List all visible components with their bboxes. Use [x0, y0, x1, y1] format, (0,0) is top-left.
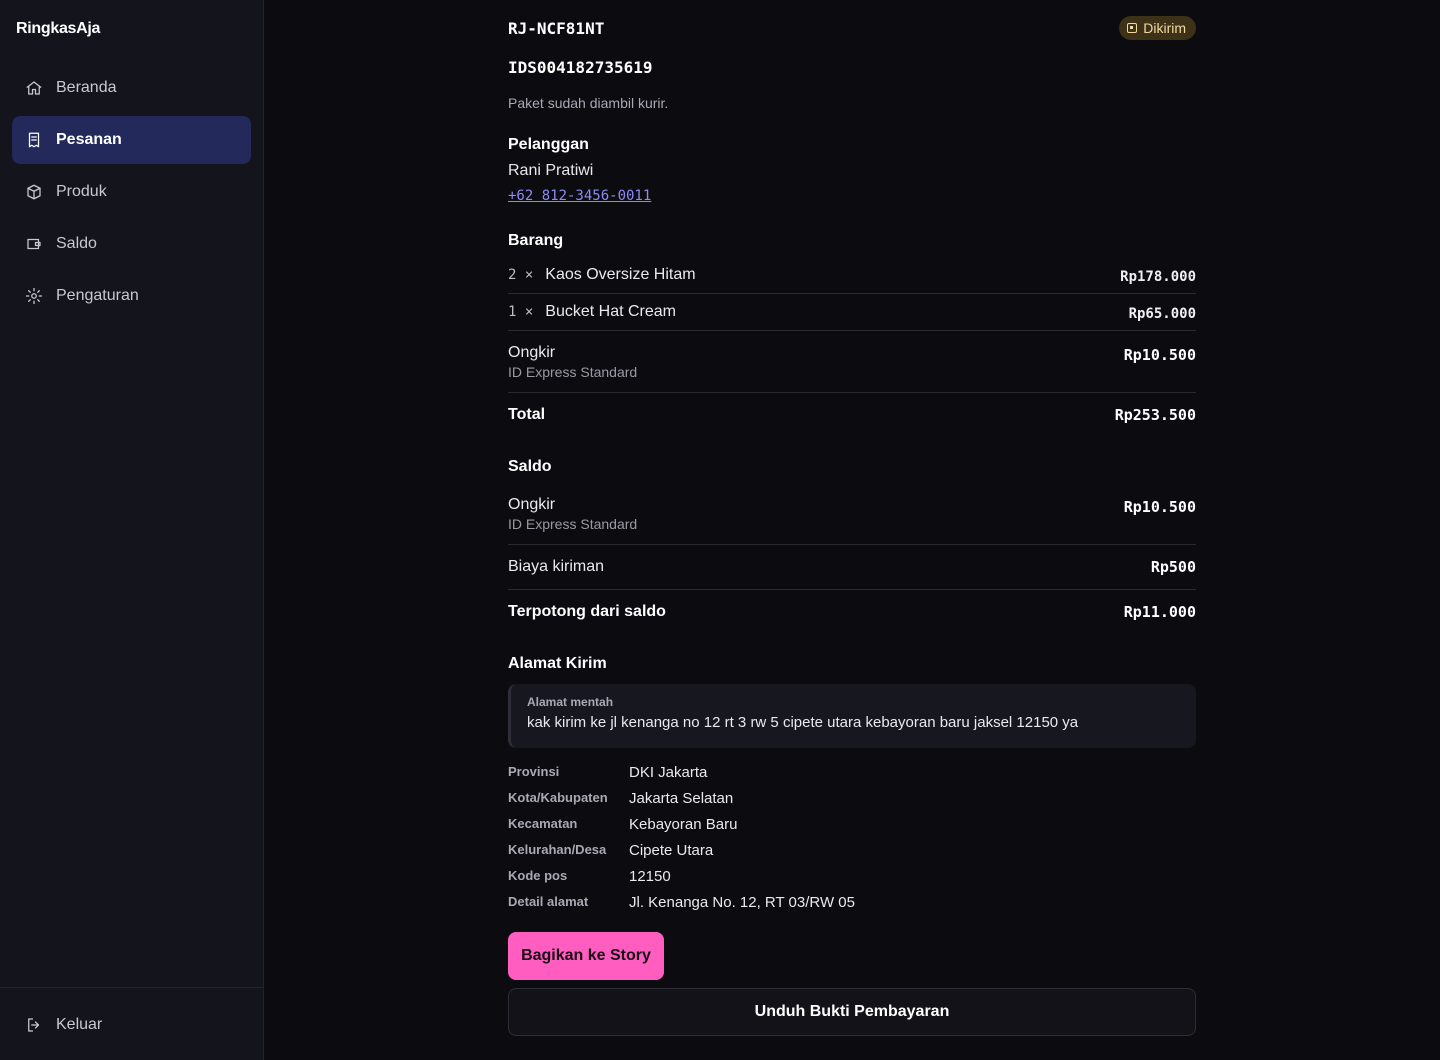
address-field-key: Detail alamat — [508, 894, 589, 909]
fee-price: Rp500 — [1150, 558, 1196, 576]
customer-section-title: Pelanggan — [508, 136, 589, 153]
app-brand[interactable]: RingkasAja — [16, 20, 100, 38]
total-price: Rp253.500 — [1114, 406, 1196, 424]
sidebar-item-label: Produk — [56, 183, 107, 200]
address-field-value: Jl. Kenanga No. 12, RT 03/RW 05 — [629, 894, 855, 911]
address-field-row: Kota/Kabupaten Jakarta Selatan — [508, 789, 855, 815]
address-field-value: Jakarta Selatan — [629, 790, 734, 807]
raw-address-label: Alamat mentah — [527, 695, 614, 709]
item-qty: 2 × — [508, 267, 534, 283]
item-price: Rp178.000 — [1120, 269, 1196, 285]
address-section-title: Alamat Kirim — [508, 655, 607, 672]
sidebar-item-pesanan[interactable]: Pesanan — [12, 116, 251, 164]
address-field-value: Cipete Utara — [629, 842, 714, 859]
total-row: Total Rp253.500 — [508, 406, 1196, 424]
address-fields: Provinsi DKI Jakarta Kota/Kabupaten Jaka… — [508, 763, 855, 919]
address-field-key: Kelurahan/Desa — [508, 842, 607, 857]
fee-label: Biaya kiriman — [508, 558, 605, 575]
divider — [508, 293, 1196, 294]
sidebar-item-label: Beranda — [56, 79, 117, 96]
sidebar-item-label: Saldo — [56, 235, 97, 252]
home-icon — [24, 78, 44, 98]
status-badge-label: Dikirim — [1143, 20, 1186, 36]
address-field-row: Kode pos 12150 — [508, 867, 855, 893]
deducted-row: Terpotong dari saldo Rp11.000 — [508, 603, 1196, 621]
divider — [508, 330, 1196, 331]
sidebar-item-saldo[interactable]: Saldo — [12, 220, 251, 268]
logout-label: Keluar — [56, 1016, 103, 1033]
address-field-key: Kota/Kabupaten — [508, 790, 608, 805]
status-note: Paket sudah diambil kurir. — [508, 95, 669, 111]
address-field-key: Provinsi — [508, 764, 560, 779]
address-field-value: Kebayoran Baru — [629, 816, 738, 833]
sidebar-item-beranda[interactable]: Beranda — [12, 64, 251, 112]
divider — [508, 589, 1196, 590]
sidebar-nav: Beranda Pesanan Produk Saldo Pengaturan — [12, 64, 251, 324]
shipping-label: Ongkir — [508, 344, 556, 361]
balance-shipping-price: Rp10.500 — [1123, 498, 1196, 516]
balance-shipping-label: Ongkir — [508, 496, 556, 513]
balance-shipping-courier: ID Express Standard — [508, 516, 638, 532]
item-price: Rp65.000 — [1128, 306, 1196, 322]
sidebar: RingkasAja Beranda Pesanan Produk Saldo — [0, 0, 264, 1060]
address-field-row: Kecamatan Kebayoran Baru — [508, 815, 855, 841]
sidebar-footer: Keluar — [0, 987, 263, 1060]
shipping-row: Ongkir ID Express Standard Rp10.500 — [508, 344, 1196, 380]
customer-name: Rani Pratiwi — [508, 162, 594, 179]
order-code: RJ-NCF81NT — [508, 19, 605, 38]
tracking-number: IDS004182735619 — [508, 58, 653, 77]
total-label: Total — [508, 406, 546, 423]
gear-icon — [24, 286, 44, 306]
deducted-price: Rp11.000 — [1123, 603, 1196, 621]
deducted-label: Terpotong dari saldo — [508, 603, 666, 620]
raw-address-text: kak kirim ke jl kenanga no 12 rt 3 rw 5 … — [527, 714, 1079, 731]
address-field-row: Kelurahan/Desa Cipete Utara — [508, 841, 855, 867]
share-story-button[interactable]: Bagikan ke Story — [508, 932, 664, 980]
list-item: 1 × Bucket Hat Cream Rp65.000 — [508, 303, 1196, 322]
status-badge: Dikirim — [1119, 16, 1196, 40]
logout-icon — [24, 1015, 44, 1035]
address-field-value: DKI Jakarta — [629, 764, 708, 781]
balance-shipping-row: Ongkir ID Express Standard Rp10.500 — [508, 496, 1196, 532]
items-section-title: Barang — [508, 232, 564, 249]
download-receipt-button[interactable]: Unduh Bukti Pembayaran — [508, 988, 1196, 1036]
shipping-courier: ID Express Standard — [508, 364, 638, 380]
item-name: Bucket Hat Cream — [545, 303, 677, 320]
address-field-row: Provinsi DKI Jakarta — [508, 763, 855, 789]
address-field-row: Detail alamat Jl. Kenanga No. 12, RT 03/… — [508, 893, 855, 919]
status-icon — [1127, 23, 1138, 33]
shipping-price: Rp10.500 — [1123, 346, 1196, 364]
divider — [508, 544, 1196, 545]
sidebar-item-pengaturan[interactable]: Pengaturan — [12, 272, 251, 320]
customer-phone-link[interactable]: +62 812-3456-0011 — [508, 188, 651, 204]
wallet-icon — [24, 234, 44, 254]
address-field-key: Kode pos — [508, 868, 568, 883]
item-name: Kaos Oversize Hitam — [545, 266, 696, 283]
list-item: 2 × Kaos Oversize Hitam Rp178.000 — [508, 266, 1196, 285]
balance-section-title: Saldo — [508, 458, 552, 475]
address-field-value: 12150 — [629, 868, 671, 885]
address-field-key: Kecamatan — [508, 816, 578, 831]
item-qty: 1 × — [508, 304, 534, 320]
logout-button[interactable]: Keluar — [0, 988, 263, 1060]
receipt-icon — [24, 130, 44, 150]
sidebar-item-produk[interactable]: Produk — [12, 168, 251, 216]
sidebar-item-label: Pesanan — [56, 131, 122, 148]
box-icon — [24, 182, 44, 202]
fee-row: Biaya kiriman Rp500 — [508, 558, 1196, 576]
sidebar-item-label: Pengaturan — [56, 287, 139, 304]
raw-address-box: Alamat mentah kak kirim ke jl kenanga no… — [508, 684, 1196, 748]
divider — [508, 392, 1196, 393]
